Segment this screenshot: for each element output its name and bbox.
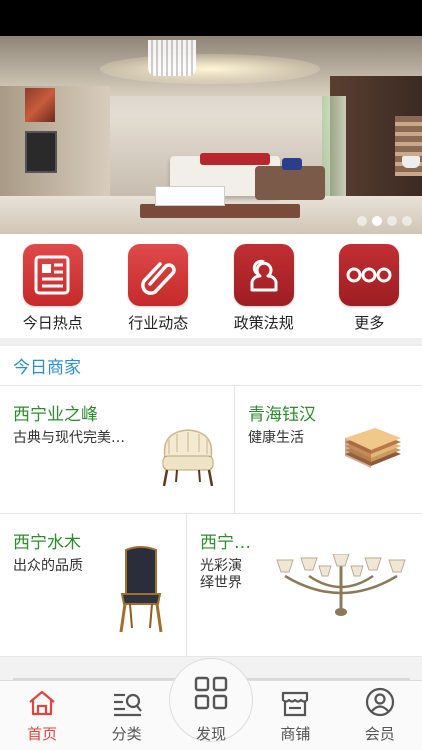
carousel-dot[interactable] xyxy=(357,216,367,226)
quick-menu-industry-news[interactable]: 行业动态 xyxy=(111,243,206,333)
newspaper-icon xyxy=(22,243,83,306)
quick-menu-hot-news[interactable]: 今日热点 xyxy=(5,243,100,333)
banner-pillow xyxy=(282,158,302,170)
banner-wall-art xyxy=(25,88,55,122)
merchants-section: 今日商家 西宁业之峰 古典与现代完美… 青海钰汉 健康生活 西宁水木 出众的品质… xyxy=(0,346,422,657)
carousel-dot-active[interactable] xyxy=(372,216,382,226)
merchant-name: 西宁… xyxy=(200,533,251,553)
tab-label: 会员 xyxy=(364,725,395,743)
tab-label: 首页 xyxy=(27,725,58,743)
banner-sofa-side xyxy=(255,166,325,200)
merchant-row: 西宁业之峰 古典与现代完美… 青海钰汉 健康生活 xyxy=(0,386,422,514)
tab-member[interactable]: 会员 xyxy=(338,680,422,750)
paperclip-icon xyxy=(128,243,189,306)
quick-menu-more[interactable]: 更多 xyxy=(322,243,417,333)
banner-carousel[interactable] xyxy=(0,36,422,234)
merchant-desc: 光彩演 绎世界 xyxy=(200,558,242,592)
tab-label: 分类 xyxy=(111,725,142,743)
flooring-samples-icon xyxy=(345,428,401,468)
shop-icon xyxy=(282,691,309,717)
merchant-name: 西宁业之峰 xyxy=(13,405,98,425)
merchant-card[interactable]: 西宁水木 出众的品质 xyxy=(0,514,187,656)
merchant-name: 西宁水木 xyxy=(13,533,81,553)
dining-chair-icon xyxy=(119,546,163,633)
quick-menu-policy[interactable]: 政策法规 xyxy=(216,243,311,333)
section-header: 今日商家 xyxy=(0,346,422,386)
tab-category[interactable]: 分类 xyxy=(85,680,169,750)
tab-label: 发现 xyxy=(195,725,226,743)
merchant-name: 青海钰汉 xyxy=(248,405,316,425)
banner-tv xyxy=(25,131,57,173)
tab-discover[interactable]: 发现 xyxy=(168,658,253,750)
merchant-desc-line: 光彩演 xyxy=(200,558,242,574)
category-search-icon xyxy=(113,693,142,717)
chandelier-icon xyxy=(276,554,406,616)
banner-lamp xyxy=(402,156,420,168)
quick-menu-label: 政策法规 xyxy=(233,313,294,332)
merchant-desc: 古典与现代完美… xyxy=(13,430,125,446)
banner-chandelier xyxy=(148,40,196,76)
merchant-card[interactable]: 西宁业之峰 古典与现代完美… xyxy=(0,386,235,513)
banner-rug xyxy=(140,204,300,218)
tab-home[interactable]: 首页 xyxy=(0,680,84,750)
merchant-desc: 出众的品质 xyxy=(13,558,83,574)
quick-menu: 今日热点 行业动态 政策法规 更多 xyxy=(0,234,422,338)
carousel-dot[interactable] xyxy=(387,216,397,226)
divider xyxy=(0,338,422,346)
merchant-card[interactable]: 青海钰汉 健康生活 xyxy=(235,386,422,513)
user-icon xyxy=(365,687,394,717)
banner-coffee-table xyxy=(155,186,225,206)
tab-shop[interactable]: 商铺 xyxy=(253,680,337,750)
carousel-indicator xyxy=(357,216,412,226)
quick-menu-label: 更多 xyxy=(354,313,385,332)
banner-light xyxy=(100,54,320,84)
quick-menu-label: 今日热点 xyxy=(22,313,83,332)
tab-label: 商铺 xyxy=(280,725,311,743)
armchair-icon xyxy=(162,429,214,487)
merchant-row: 西宁水木 出众的品质 西宁… 光彩演 绎世界 xyxy=(0,514,422,657)
quick-menu-label: 行业动态 xyxy=(128,313,189,332)
banner-glass-partition xyxy=(322,96,346,206)
home-icon xyxy=(29,690,55,716)
people-icon xyxy=(233,243,294,306)
status-bar xyxy=(0,0,422,36)
merchant-desc-line: 绎世界 xyxy=(200,575,242,591)
merchant-desc: 健康生活 xyxy=(248,430,304,446)
banner-sofa-cushions xyxy=(200,153,270,165)
grid-icon xyxy=(194,676,228,710)
more-dots-icon xyxy=(339,243,400,306)
section-title: 今日商家 xyxy=(13,358,81,378)
merchant-card[interactable]: 西宁… 光彩演 绎世界 xyxy=(187,514,422,656)
carousel-dot[interactable] xyxy=(402,216,412,226)
bottom-tab-bar: 首页 分类 发现 商铺 会员 xyxy=(0,658,422,750)
